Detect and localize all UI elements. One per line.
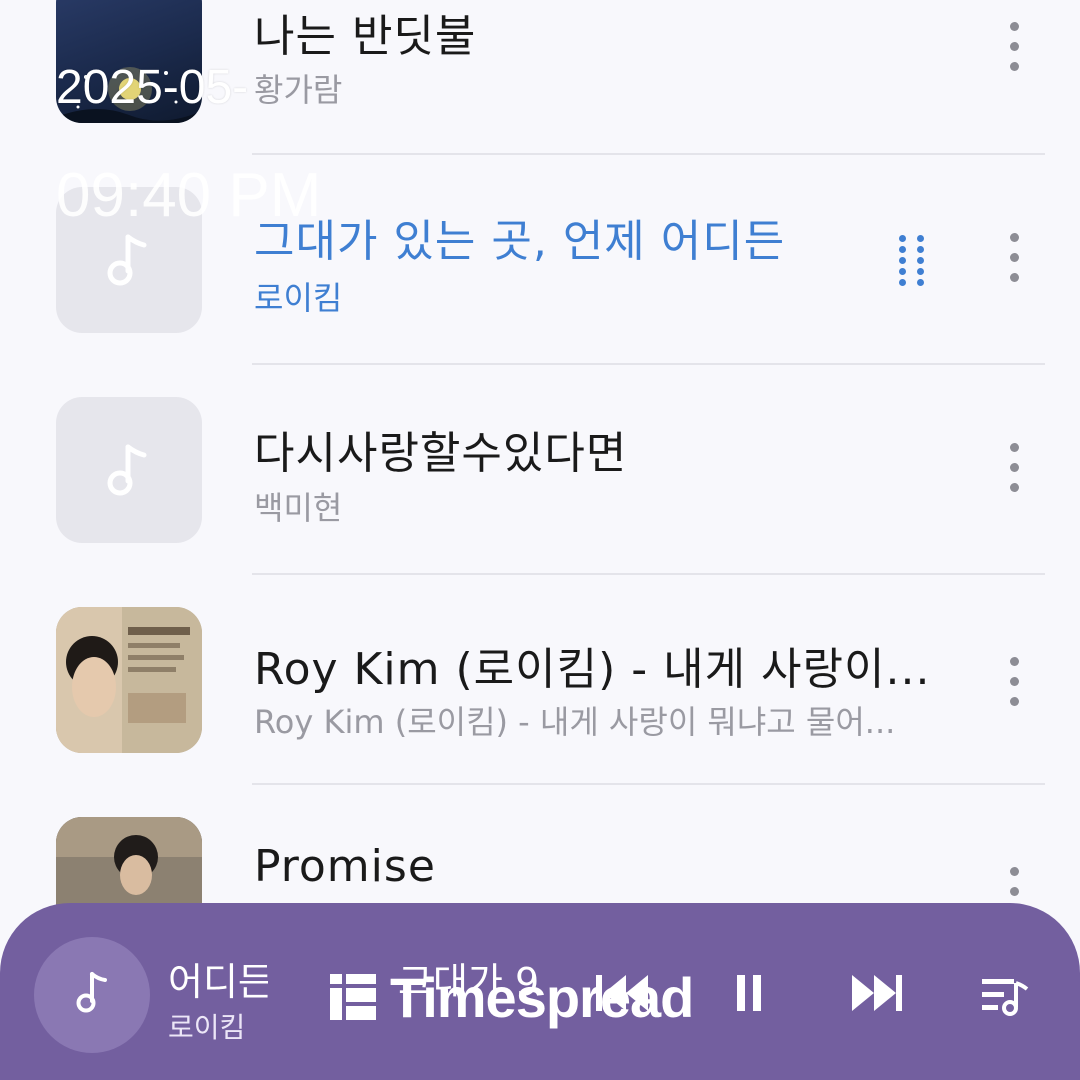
music-note-icon: [107, 444, 147, 496]
watermark-text: Timespread: [390, 965, 694, 1029]
mini-player-art: [34, 937, 150, 1053]
list-item[interactable]: 다시사랑할수있다면 백미현: [0, 365, 1080, 575]
more-options-icon[interactable]: [1000, 443, 1028, 503]
timestamp-time-overlay: 09:40 PM: [56, 161, 322, 230]
more-options-icon[interactable]: [1000, 233, 1028, 293]
roy-kim-cover-icon: [56, 607, 202, 753]
music-note-icon: [107, 234, 147, 286]
list-item[interactable]: Roy Kim (로이킴) - 내게 사랑이... Roy Kim (로이킴) …: [0, 575, 1080, 785]
mini-player[interactable]: 어디든 그대가 9 로이킴 Timespread: [0, 903, 1080, 1080]
album-art-placeholder: [56, 397, 202, 543]
music-note-icon: [76, 972, 107, 1013]
song-title: 나는 반딧불: [254, 11, 477, 62]
album-art: [56, 607, 202, 753]
song-artist: 로이킴: [254, 279, 343, 317]
song-title: Promise: [254, 841, 436, 892]
more-options-icon[interactable]: [1000, 657, 1028, 717]
song-title: 그대가 있는 곳, 언제 어디든: [254, 216, 786, 267]
song-artist: 황가람: [254, 71, 343, 109]
watermark: Timespread: [330, 965, 694, 1029]
watermark-logo-icon: [330, 974, 376, 1020]
timestamp-date-overlay: 2025-05-: [56, 61, 249, 114]
now-playing-equalizer-icon: [895, 233, 935, 293]
playlist-queue-icon[interactable]: [980, 973, 1030, 1021]
mini-player-artist: 로이킴: [168, 1011, 246, 1044]
song-title: Roy Kim (로이킴) - 내게 사랑이...: [254, 644, 931, 695]
more-options-icon[interactable]: [1000, 22, 1028, 82]
next-track-icon[interactable]: [850, 973, 906, 1017]
pause-icon[interactable]: [735, 973, 765, 1017]
mini-player-title-scrolling: 어디든: [168, 960, 268, 1004]
song-artist: 백미현: [254, 489, 343, 527]
song-title: 다시사랑할수있다면: [254, 428, 628, 479]
song-artist: Roy Kim (로이킴) - 내게 사랑이 뭐냐고 물어...: [254, 703, 896, 741]
